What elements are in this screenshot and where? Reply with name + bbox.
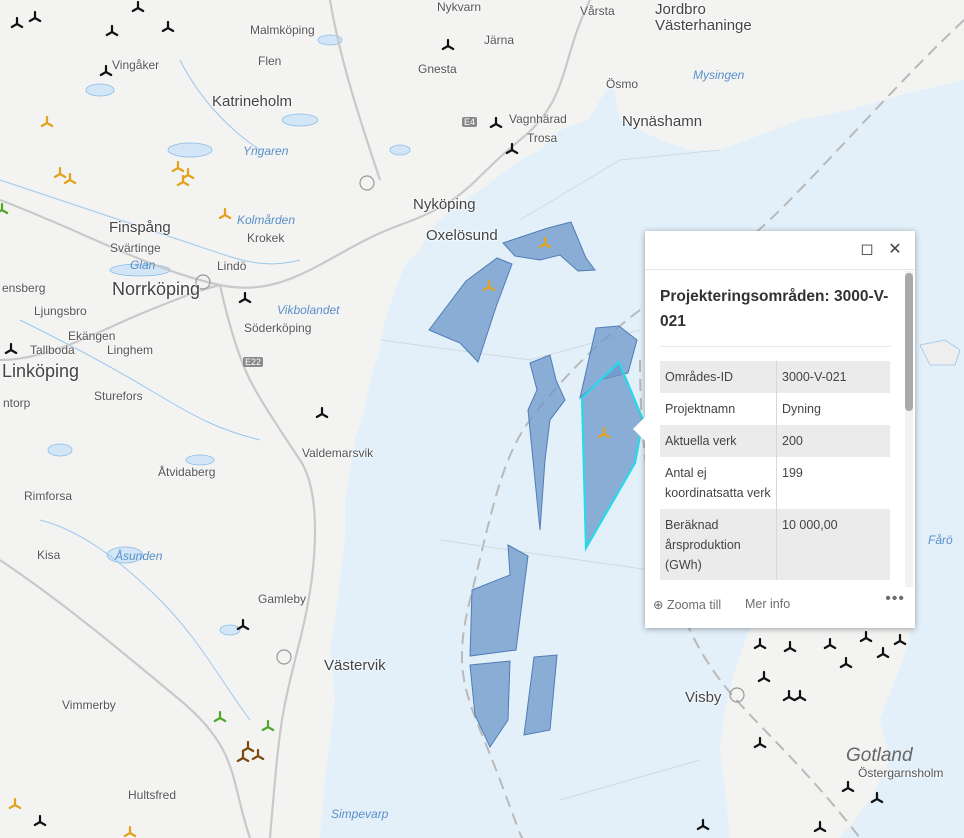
map-label: Ekängen — [68, 329, 116, 343]
map-label: Linköping — [2, 361, 80, 381]
more-dots-icon[interactable]: ••• — [885, 590, 905, 608]
feature-popup[interactable]: ◻ ✕ Projekteringsområden: 3000-V-021 Omr… — [633, 231, 915, 628]
attribute-row: Områdes-ID 3000-V-021 — [660, 361, 890, 393]
attribute-row: Aktuella verk 200 — [660, 425, 890, 457]
map-label: Järna — [484, 33, 515, 47]
popup-body: Projekteringsområden: 3000-V-021 Områdes… — [645, 270, 905, 580]
map-label: Trosa — [527, 131, 558, 145]
popup-title: Projekteringsområden: 3000-V-021 — [660, 288, 889, 330]
map-label: Valdemarsvik — [302, 446, 374, 460]
map-label: Sturefors — [94, 389, 143, 403]
close-icon[interactable]: ✕ — [886, 241, 904, 259]
map-label: Gamleby — [258, 592, 307, 606]
attribute-key: Beräknad årsproduktion (GWh) — [660, 509, 777, 580]
attribute-key: Antal ej koordinatsatta verk — [660, 457, 777, 509]
map-label: Östergarnsholm — [858, 766, 944, 780]
attribute-key: Projektnamn — [660, 393, 777, 425]
map-label: Ösmo — [606, 77, 639, 91]
map-label: Vimmerby — [62, 698, 116, 712]
map-label: Flen — [258, 54, 282, 68]
attribute-row: Beräknad årsproduktion (GWh) 10 000,00 — [660, 509, 890, 580]
map-label: Ljungsbro — [34, 304, 87, 318]
map-label: Nyköping — [413, 196, 476, 213]
map-label: Lindö — [217, 259, 247, 273]
scrollbar-thumb[interactable] — [905, 273, 913, 411]
attribute-key: Områdes-ID — [660, 361, 777, 393]
map-label: Finspång — [109, 219, 171, 236]
map-label: Visby — [685, 689, 722, 706]
map-label: Yngaren — [243, 144, 289, 158]
map-label: Glan — [130, 258, 156, 272]
map-label: E22 — [243, 357, 264, 367]
map-label: Vårsta — [580, 4, 615, 18]
map-label: Norrköping — [112, 279, 201, 299]
map-label: Simpevarp — [331, 807, 389, 821]
map-label: Gnesta — [418, 62, 457, 76]
map-label: ntorp — [3, 396, 31, 410]
map-label: Vingåker — [112, 58, 160, 72]
attribute-key: Aktuella verk — [660, 425, 777, 457]
map-label: Rimforsa — [24, 489, 73, 503]
maximize-icon[interactable]: ◻ — [858, 241, 876, 259]
map-label: Svärtinge — [110, 241, 161, 255]
popup-header: ◻ ✕ — [645, 231, 915, 270]
map-label: E4 — [462, 117, 478, 127]
map-label: Malmköping — [250, 23, 315, 37]
more-info-button[interactable]: Mer info — [745, 597, 790, 611]
map-label: Vikbolandet — [277, 303, 340, 317]
map-label: Mysingen — [693, 68, 745, 82]
attribute-value: Dyning — [782, 402, 821, 416]
map-label: Nykvarn — [437, 0, 482, 14]
map-label: Oxelösund — [426, 227, 498, 244]
map-label: Kisa — [37, 548, 61, 562]
attribute-row: Projektnamn Dyning — [660, 393, 890, 425]
map-label: Jordbro — [655, 1, 706, 18]
map-label: Linghem — [107, 343, 154, 357]
map-label: Åtvidaberg — [158, 465, 216, 479]
map-label: Krokek — [247, 231, 285, 245]
map-label: Tallboda — [30, 343, 75, 357]
popup-divider — [660, 346, 891, 347]
map-label: Katrineholm — [212, 93, 293, 110]
attribute-value: 199 — [782, 466, 803, 480]
map-label: Västervik — [324, 657, 386, 674]
zoom-to-label: Zooma till — [666, 598, 722, 612]
map-label: ensberg — [2, 281, 46, 295]
zoom-to-button[interactable]: ⊕ Zooma till — [653, 597, 721, 612]
attribute-row: Antal ej koordinatsatta verk 199 — [660, 457, 890, 509]
map-label: Söderköping — [244, 321, 312, 335]
attribute-table: Områdes-ID 3000-V-021 Projektnamn Dyning Akt… — [660, 361, 890, 580]
map-label: Kolmården — [237, 213, 296, 227]
popup-scrollbar[interactable] — [905, 271, 913, 587]
map-label: Fårö — [928, 533, 953, 547]
popup-pointer — [633, 417, 645, 441]
popup-footer: ⊕ Zooma till Mer info ••• — [645, 588, 915, 628]
attribute-value: 3000-V-021 — [776, 361, 890, 393]
map-label: Åsunden — [115, 549, 163, 563]
attribute-value: 10 000,00 — [776, 509, 890, 580]
map-label: Nynäshamn — [622, 113, 703, 130]
map-label: Hultsfred — [128, 788, 177, 802]
zoom-in-icon: ⊕ — [653, 598, 664, 612]
map-label: Västerhaninge — [655, 17, 752, 34]
attribute-value: 200 — [776, 425, 890, 457]
map-label: Vagnhärad — [509, 112, 567, 126]
map-label: Gotland — [846, 745, 913, 766]
